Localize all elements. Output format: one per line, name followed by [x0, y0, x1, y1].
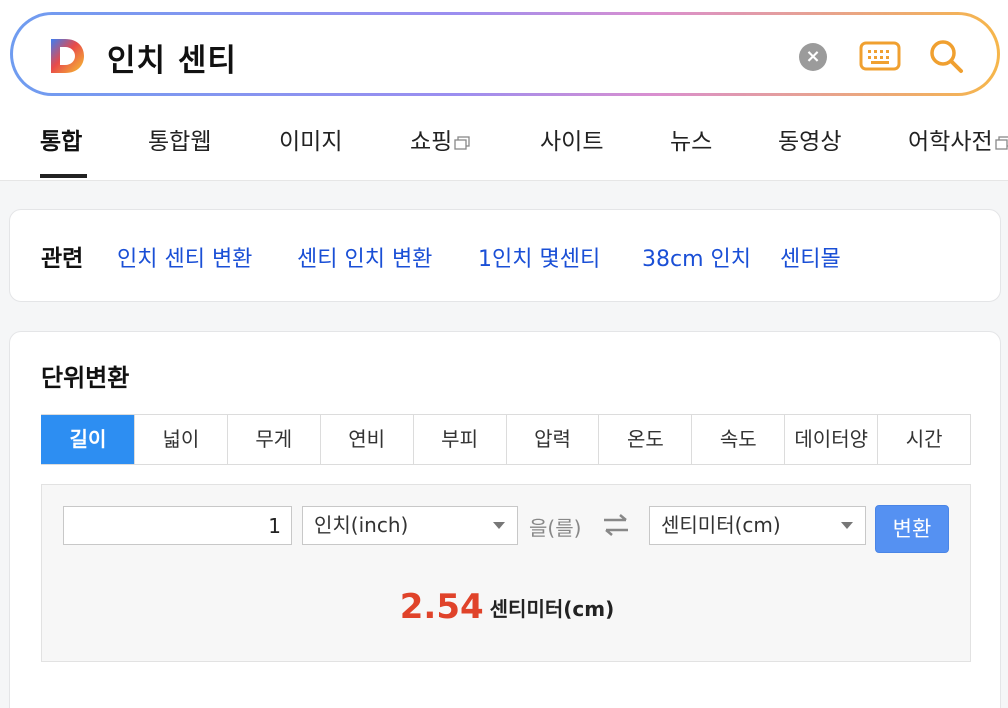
related-searches-card: 관련 인치 센티 변환 센티 인치 변환 1인치 몇센티 38cm 인치 센티몰 — [9, 209, 1001, 302]
related-title: 관련 — [41, 246, 84, 272]
search-query-text[interactable]: 인치 센티 — [107, 35, 237, 80]
unit-tab-area[interactable]: 넓이 — [133, 415, 227, 464]
swap-arrows-icon[interactable] — [602, 513, 630, 537]
tab-videos[interactable]: 동영상 — [778, 122, 841, 156]
keyboard-icon[interactable] — [859, 41, 901, 71]
tab-sites[interactable]: 사이트 — [540, 122, 603, 156]
tab-dictionary[interactable]: 어학사전 — [908, 122, 1008, 156]
unit-tab-volume[interactable]: 부피 — [412, 415, 506, 464]
unit-tab-fuel[interactable]: 연비 — [319, 415, 413, 464]
related-link[interactable]: 센티 인치 변환 — [297, 241, 432, 273]
unit-converter-title: 단위변환 — [41, 364, 130, 392]
external-window-icon — [454, 136, 470, 150]
tab-shopping-label: 쇼핑 — [410, 129, 453, 155]
related-link[interactable]: 1인치 몇센티 — [478, 241, 600, 273]
conversion-panel: 인치(inch) 을(를) 센티미터(cm) 변환 2.54센티미터(cm) — [41, 484, 971, 662]
unit-tab-speed[interactable]: 속도 — [691, 415, 784, 464]
tab-integrated[interactable]: 통합 — [40, 122, 82, 156]
unit-tab-weight[interactable]: 무게 — [226, 415, 320, 464]
search-bar[interactable]: 인치 센티 × — [10, 12, 1000, 96]
daum-logo-icon[interactable] — [47, 36, 87, 76]
unit-converter-card: 단위변환 길이 넓이 무게 연비 부피 압력 온도 속도 데이터양 시간 인치(… — [9, 331, 1001, 708]
unit-category-tabs: 길이 넓이 무게 연비 부피 압력 온도 속도 데이터양 시간 — [41, 414, 972, 465]
particle-label: 을(를) — [529, 516, 582, 540]
unit-tab-temperature[interactable]: 온도 — [598, 415, 691, 464]
search-icon[interactable] — [927, 37, 965, 75]
value-input[interactable] — [63, 506, 292, 545]
dropdown-arrow-icon — [841, 522, 853, 529]
external-window-icon — [994, 136, 1008, 150]
header: 인치 센티 × 통합 통합웹 이미지 쇼핑 사이트 뉴스 동영상 어학사전 — [0, 0, 1008, 181]
from-unit-value: 인치(inch) — [314, 513, 409, 537]
convert-button[interactable]: 변환 — [875, 505, 949, 553]
dropdown-arrow-icon — [493, 522, 505, 529]
tab-shopping[interactable]: 쇼핑 — [410, 122, 470, 156]
active-tab-indicator — [40, 174, 87, 178]
tab-news[interactable]: 뉴스 — [670, 122, 712, 156]
clear-icon[interactable]: × — [799, 43, 827, 71]
to-unit-value: 센티미터(cm) — [661, 513, 781, 537]
tab-images[interactable]: 이미지 — [279, 122, 342, 156]
conversion-result: 2.54 센티미터(cm) — [42, 587, 972, 627]
unit-tab-time[interactable]: 시간 — [877, 415, 972, 464]
search-tabs: 통합 통합웹 이미지 쇼핑 사이트 뉴스 동영상 어학사전 — [0, 110, 1008, 180]
related-link[interactable]: 인치 센티 변환 — [117, 241, 252, 273]
unit-tab-data[interactable]: 데이터양 — [784, 415, 877, 464]
result-value: 2.54 — [399, 587, 484, 627]
search-bar-inner: 인치 센티 × — [13, 15, 997, 93]
to-unit-select[interactable]: 센티미터(cm) — [649, 506, 866, 545]
related-link[interactable]: 센티몰 — [780, 241, 841, 273]
unit-tab-length[interactable]: 길이 — [41, 415, 134, 464]
result-unit: 센티미터(cm) — [489, 596, 615, 621]
unit-tab-pressure[interactable]: 압력 — [505, 415, 599, 464]
tab-dictionary-label: 어학사전 — [908, 129, 993, 155]
tab-integrated-web[interactable]: 통합웹 — [148, 122, 211, 156]
related-link[interactable]: 38cm 인치 — [642, 241, 751, 273]
from-unit-select[interactable]: 인치(inch) — [302, 506, 518, 545]
